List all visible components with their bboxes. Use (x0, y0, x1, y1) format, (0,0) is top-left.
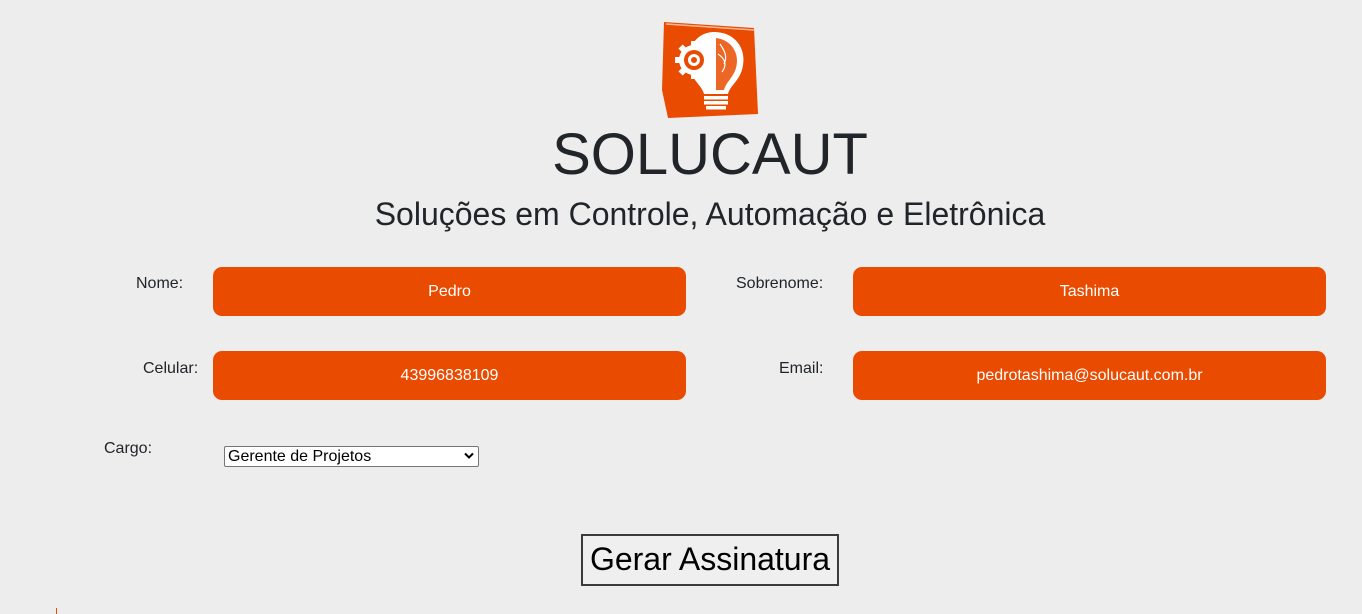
nome-label: Nome: (136, 275, 184, 292)
cargo-selected-value: Gerente de Projetos (228, 448, 372, 465)
sobrenome-label: Sobrenome: (736, 275, 824, 292)
cargo-select[interactable]: Gerente de Projetos (224, 446, 479, 467)
celular-label: Celular: (143, 360, 199, 377)
chevron-down-icon (464, 452, 474, 459)
brand-title: SOLUCAUT (552, 122, 868, 187)
sobrenome-field[interactable]: Tashima (853, 267, 1326, 316)
email-field[interactable]: pedrotashima@solucaut.com.br (853, 351, 1326, 400)
nome-field[interactable]: Pedro (213, 267, 686, 316)
celular-field[interactable]: 43996838109 (213, 351, 686, 400)
logo-icon (662, 22, 758, 118)
brand-tagline: Soluções em Controle, Automação e Eletrô… (374, 196, 1046, 232)
divider-marker (56, 608, 57, 614)
email-label: Email: (779, 360, 824, 377)
cargo-label: Cargo: (104, 440, 153, 457)
generate-signature-button[interactable]: Gerar Assinatura (581, 534, 839, 586)
